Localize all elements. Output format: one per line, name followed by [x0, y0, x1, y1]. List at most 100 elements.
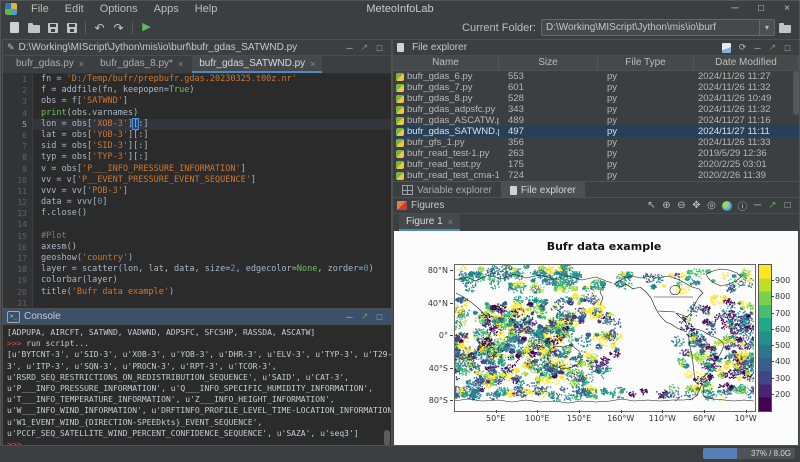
panel-float-icon[interactable]: ↗ — [357, 311, 372, 322]
save-as-button[interactable] — [62, 19, 81, 36]
panel-maximize-icon[interactable]: □ — [372, 43, 387, 53]
panel-minimize-icon[interactable]: ─ — [342, 312, 357, 322]
menu-apps[interactable]: Apps — [146, 2, 187, 16]
code-line[interactable]: 16axesm() — [3, 242, 391, 253]
identify-icon[interactable]: ⓘ — [735, 198, 750, 213]
window-close-button[interactable]: × — [774, 3, 800, 14]
undo-button[interactable]: ↶ — [90, 19, 109, 36]
column-header[interactable]: Name — [393, 56, 499, 70]
save-button[interactable] — [43, 19, 62, 36]
panel-float-icon[interactable]: ↗ — [357, 42, 372, 53]
menu-options[interactable]: Options — [92, 2, 146, 16]
run-script-button[interactable]: ▶ — [137, 19, 156, 36]
code-line[interactable]: 21 — [3, 298, 391, 308]
menu-file[interactable]: File — [23, 2, 57, 16]
tab-file-explorer[interactable]: File explorer — [501, 182, 585, 198]
console-line: u'W1_EVENT_WIND_{DIRECTION-SPEEDkts}_EVE… — [7, 417, 391, 428]
code-line[interactable]: 11vvv = vv['POB-3'] — [3, 186, 391, 197]
close-icon[interactable]: × — [178, 59, 183, 69]
menu-help[interactable]: Help — [187, 2, 226, 16]
explorer-bottom-tabs: Variable explorerFile explorer — [393, 181, 799, 198]
redo-button[interactable]: ↷ — [109, 19, 128, 36]
console-output[interactable]: [ADPUPA, AIRCFT, SATWND, VADWND, ADPSFC,… — [3, 325, 391, 448]
browse-folder-button[interactable] — [775, 19, 794, 36]
code-line[interactable]: 19colorbar(layer) — [3, 275, 391, 286]
window-minimize-button[interactable]: ─ — [722, 3, 748, 14]
current-folder-combobox[interactable]: D:\Working\MIScript\Jython\mis\io\burf ▾ — [541, 19, 775, 36]
code-line[interactable]: 12data = vvv[0] — [3, 197, 391, 208]
close-icon[interactable]: × — [448, 217, 453, 227]
panel-maximize-icon[interactable]: □ — [372, 312, 387, 322]
table-row[interactable]: bufr_gdas_6.py553py2024/11/26 11:27 — [393, 71, 799, 82]
tab-variable-explorer[interactable]: Variable explorer — [393, 182, 501, 198]
editor-tab[interactable]: bufr_gdas.py× — [9, 56, 91, 73]
table-row[interactable]: bufr_gdas_SATWND.py497py2024/11/27 11:11 — [393, 126, 799, 137]
menu-edit[interactable]: Edit — [57, 2, 92, 16]
table-row[interactable]: bufr_gfs_1.py356py2024/11/26 11:33 — [393, 137, 799, 148]
editor-tab[interactable]: bufr_gdas_8.py*× — [93, 56, 190, 73]
figure-plot-area[interactable]: Bufr data example — [394, 231, 798, 446]
file-table-scrollbar-thumb[interactable] — [793, 71, 799, 115]
file-name-cell: bufr_gfs_1.py — [393, 137, 499, 148]
table-row[interactable]: bufr_read_test-1.py263py2019/5/29 12:36 — [393, 148, 799, 159]
code-line[interactable]: 20title('Bufr data example') — [3, 287, 391, 298]
x-tick-label: 150°E — [567, 414, 591, 423]
panel-minimize-icon[interactable]: ─ — [750, 43, 765, 53]
code-line[interactable]: 18layer = scatter(lon, lat, data, size=2… — [3, 264, 391, 275]
select-cursor-icon[interactable]: ↖ — [644, 200, 659, 211]
globe-icon[interactable] — [722, 201, 732, 211]
file-date-cell: 2020/2/26 11:39 — [694, 170, 799, 181]
refresh-icon[interactable]: ⟳ — [735, 42, 750, 53]
pan-icon[interactable]: ✥ — [689, 200, 704, 211]
current-folder-row: Current Folder: D:\Working\MIScript\Jyth… — [462, 19, 800, 36]
code-line[interactable]: 1fn = 'D:/Temp/bufr/prepbufr.gdas.202303… — [3, 74, 391, 85]
code-line[interactable]: 8typ = obs['TYP-3'][:] — [3, 152, 391, 163]
code-line[interactable]: 15#Plot — [3, 231, 391, 242]
panel-maximize-icon[interactable]: □ — [780, 43, 795, 53]
panel-float-icon[interactable]: ↗ — [765, 42, 780, 53]
column-header[interactable]: Date Modified — [694, 56, 799, 70]
close-icon[interactable]: × — [79, 59, 84, 69]
code-line[interactable]: 14 — [3, 219, 391, 230]
table-row[interactable]: bufr_gdas_8.py528py2024/11/26 10:49 — [393, 93, 799, 104]
zoom-in-icon[interactable]: ⊕ — [659, 200, 674, 211]
panel-float-icon[interactable]: ↗ — [765, 200, 780, 211]
code-line[interactable]: 3obs = f['SATWND'] — [3, 96, 391, 107]
panel-maximize-icon[interactable]: □ — [780, 200, 795, 211]
console-panel: >_ Console ─ ↗ □ [ADPUPA, AIRCFT, SATWND… — [2, 308, 392, 448]
line-number: 14 — [3, 219, 33, 230]
x-tick-mark — [621, 410, 622, 413]
x-tick-mark — [579, 410, 580, 413]
column-header[interactable]: File Type — [598, 56, 694, 70]
table-row[interactable]: bufr_read_test.py175py2020/2/25 03:01 — [393, 159, 799, 170]
panel-minimize-icon[interactable]: ─ — [750, 200, 765, 211]
code-line[interactable]: 6lat = obs['YOB-3'][:] — [3, 130, 391, 141]
code-line[interactable]: 2f = addfile(fn, keepopen=True) — [3, 85, 391, 96]
code-line[interactable]: 4print(obs.varnames) — [3, 108, 391, 119]
new-file-icon[interactable] — [722, 43, 731, 53]
close-icon[interactable]: × — [310, 59, 315, 69]
chevron-down-icon[interactable]: ▾ — [759, 20, 774, 35]
column-header[interactable]: Size — [499, 56, 598, 70]
colorbar-tick-label: 200 — [775, 390, 790, 399]
new-file-button[interactable] — [5, 19, 24, 36]
window-maximize-button[interactable]: □ — [748, 3, 774, 14]
table-row[interactable]: bufr_gdas_7.py601py2024/11/26 11:32 — [393, 82, 799, 93]
code-line[interactable]: 17geoshow('country') — [3, 253, 391, 264]
code-line[interactable]: 10vv = v['P__EVENT_PRESSURE_EVENT_SEQUEN… — [3, 175, 391, 186]
code-line[interactable]: 9v = obs['P___INFO_PRESSURE_INFORMATION'… — [3, 164, 391, 175]
code-line[interactable]: 5lon = obs['XOB-3'][:] — [3, 119, 391, 130]
editor-tab[interactable]: bufr_gdas_SATWND.py× — [192, 56, 322, 73]
code-line[interactable]: 13f.close() — [3, 208, 391, 219]
code-editor[interactable]: 1fn = 'D:/Temp/bufr/prepbufr.gdas.202303… — [3, 74, 391, 308]
table-row[interactable]: bufr_gdas_ASCATW.py489py2024/11/27 11:16 — [393, 115, 799, 126]
code-line[interactable]: 7sid = obs['SID-3'][:] — [3, 141, 391, 152]
table-row[interactable]: bufr_read_test_cma-1.py724py2020/2/26 11… — [393, 170, 799, 181]
panel-minimize-icon[interactable]: ─ — [342, 43, 357, 53]
figure-tab[interactable]: Figure 1 × — [399, 214, 460, 231]
console-scrollbar-thumb[interactable] — [384, 430, 390, 446]
zoom-out-icon[interactable]: ⊖ — [674, 200, 689, 211]
open-file-button[interactable] — [24, 19, 43, 36]
table-row[interactable]: bufr_gdas_adpsfc.py343py2024/11/26 11:32 — [393, 104, 799, 115]
full-extent-icon[interactable]: ◎ — [704, 200, 719, 211]
